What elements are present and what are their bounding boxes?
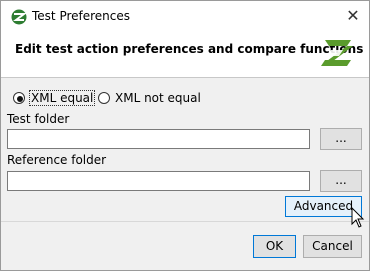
test-folder-browse-button[interactable]: ...: [320, 128, 362, 150]
radio-label-xml-not-equal[interactable]: XML not equal: [115, 91, 201, 105]
radio-label-xml-equal[interactable]: XML equal: [28, 90, 96, 106]
reference-folder-browse-button[interactable]: ...: [320, 170, 362, 192]
reference-folder-label: Reference folder: [7, 153, 107, 167]
window-title: Test Preferences: [32, 9, 131, 23]
test-folder-label: Test folder: [7, 112, 70, 126]
footer-divider: [1, 221, 369, 222]
test-folder-input[interactable]: [7, 129, 310, 149]
test-preferences-dialog: Test Preferences ✕ Edit test action pref…: [0, 0, 370, 271]
ok-button[interactable]: OK: [253, 235, 296, 258]
reference-folder-input[interactable]: [7, 171, 310, 191]
dialog-header: Edit test action preferences and compare…: [1, 32, 369, 77]
mouse-pointer-icon: [351, 207, 365, 228]
header-divider: [1, 77, 369, 78]
close-button[interactable]: ✕: [341, 5, 365, 29]
radio-circle[interactable]: [13, 92, 25, 104]
title-bar: Test Preferences ✕: [1, 1, 369, 32]
brand-logo-icon: [321, 40, 353, 66]
radio-dot: [17, 96, 23, 102]
app-icon: [11, 9, 27, 25]
radio-circle[interactable]: [98, 92, 110, 104]
cancel-button[interactable]: Cancel: [303, 235, 362, 258]
header-title: Edit test action preferences and compare…: [15, 42, 364, 56]
